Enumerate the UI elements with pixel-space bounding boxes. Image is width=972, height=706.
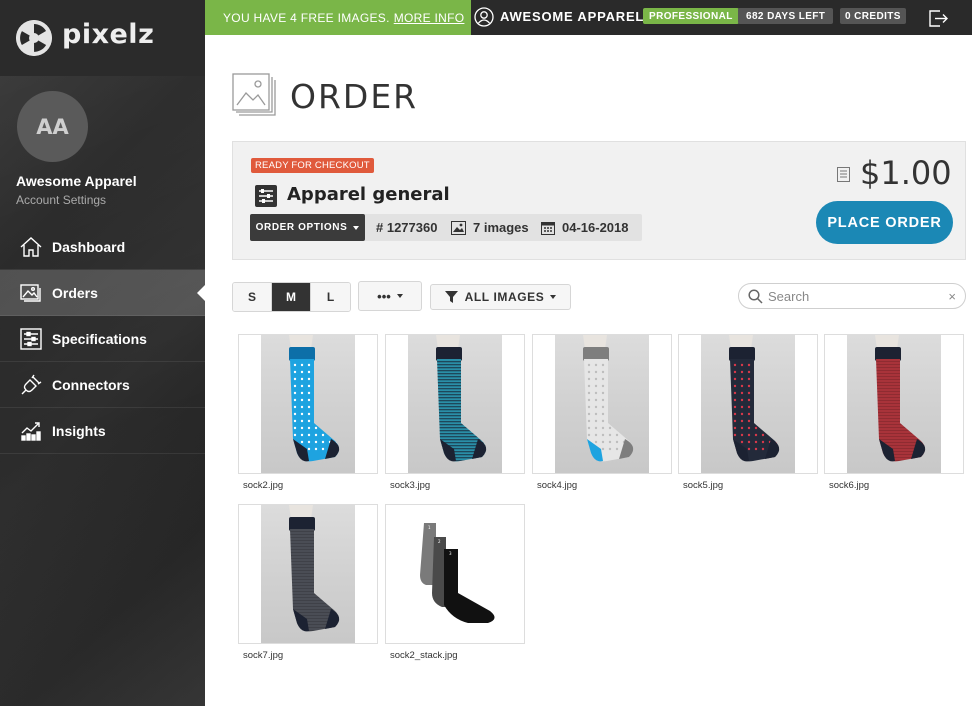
- account-name: Awesome Apparel: [16, 173, 137, 189]
- plug-icon: [19, 373, 43, 397]
- avatar[interactable]: AA: [17, 91, 88, 162]
- sidebar-item-dashboard[interactable]: Dashboard: [0, 224, 205, 270]
- sock-photo: [583, 335, 634, 462]
- image-thumbnail[interactable]: [385, 334, 525, 474]
- page-title: ORDER: [290, 77, 419, 116]
- image-filename: sock5.jpg: [683, 480, 724, 491]
- sliders-icon: [19, 327, 43, 351]
- sidebar-item-label: Insights: [52, 422, 106, 439]
- sidebar-item-label: Dashboard: [52, 238, 126, 255]
- home-icon: [19, 235, 43, 259]
- specification-icon: [255, 185, 277, 207]
- size-large-button[interactable]: L: [311, 283, 350, 311]
- image-thumbnail[interactable]: [532, 334, 672, 474]
- images-icon: [19, 281, 43, 305]
- image-filename: sock4.jpg: [537, 480, 578, 491]
- chart-icon: [19, 419, 43, 443]
- order-number: # 1277360: [376, 220, 438, 235]
- company-name[interactable]: AWESOME APPAREL: [500, 9, 644, 24]
- sidebar-item-label: Specifications: [52, 330, 147, 347]
- order-summary-panel: READY FOR CHECKOUT Apparel general ORDER…: [232, 141, 966, 260]
- search-icon: [748, 289, 763, 304]
- order-date-label: 04-16-2018: [562, 220, 629, 235]
- image-thumbnail[interactable]: [678, 334, 818, 474]
- search-box: ×: [738, 283, 966, 309]
- days-left-badge: 682 DAYS LEFT: [738, 8, 834, 24]
- calendar-icon: [541, 221, 555, 235]
- user-icon[interactable]: [474, 7, 494, 27]
- specification-name[interactable]: Apparel general: [287, 184, 450, 205]
- sock-photo: [289, 505, 340, 632]
- top-bar: YOU HAVE 4 FREE IMAGES. MORE INFO AWESOM…: [205, 0, 972, 35]
- place-order-button[interactable]: PLACE ORDER: [816, 201, 953, 244]
- chevron-down-icon: [396, 294, 403, 298]
- sock-photo: [875, 335, 926, 462]
- order-meta-bar: ORDER OPTIONS # 1277360 7 images 04-16-2…: [250, 214, 642, 241]
- brand-name[interactable]: pixelz: [62, 19, 154, 50]
- clear-search-icon[interactable]: ×: [948, 289, 956, 304]
- logout-icon[interactable]: [927, 7, 949, 29]
- image-thumbnail[interactable]: [238, 504, 378, 644]
- filter-label: ALL IMAGES: [464, 290, 545, 304]
- chevron-down-icon: [550, 295, 557, 299]
- plan-badge: PROFESSIONAL: [643, 8, 739, 24]
- sock-photo: [436, 335, 487, 462]
- account-settings-link[interactable]: Account Settings: [16, 193, 106, 207]
- free-images-banner: YOU HAVE 4 FREE IMAGES. MORE INFO: [205, 0, 471, 35]
- sidebar-item-label: Orders: [52, 284, 98, 301]
- sidebar-item-specifications[interactable]: Specifications: [0, 316, 205, 362]
- image-count: 7 images: [451, 220, 529, 235]
- credits-badge: 0 CREDITS: [840, 8, 906, 24]
- promo-text: YOU HAVE 4 FREE IMAGES.: [223, 10, 390, 25]
- sock-photo: [289, 335, 340, 462]
- order-date: 04-16-2018: [541, 220, 629, 235]
- status-badge: READY FOR CHECKOUT: [251, 158, 374, 173]
- order-options-dropdown[interactable]: ORDER OPTIONS: [250, 214, 365, 241]
- invoice-icon[interactable]: [837, 167, 850, 182]
- image-thumbnail[interactable]: [824, 334, 964, 474]
- more-options-dropdown[interactable]: •••: [358, 281, 422, 311]
- image-filename: sock2.jpg: [243, 480, 284, 491]
- sidebar-item-connectors[interactable]: Connectors: [0, 362, 205, 408]
- sidebar: pixelz AA Awesome Apparel Account Settin…: [0, 0, 205, 706]
- sidebar-item-orders[interactable]: Orders: [0, 270, 205, 316]
- filter-icon: [444, 290, 458, 303]
- order-images-icon: [231, 72, 277, 118]
- thumbnail-size-toggle: S M L: [232, 282, 351, 312]
- image-filename: sock6.jpg: [829, 480, 870, 491]
- image-thumbnail[interactable]: 123: [385, 504, 525, 644]
- sidebar-item-label: Connectors: [52, 376, 130, 393]
- more-info-link[interactable]: MORE INFO: [394, 11, 465, 25]
- size-small-button[interactable]: S: [233, 283, 272, 311]
- image-filename: sock2_stack.jpg: [390, 650, 458, 661]
- sock-photo: 123: [420, 523, 495, 623]
- chevron-down-icon: [353, 225, 360, 230]
- sidebar-item-insights[interactable]: Insights: [0, 408, 205, 454]
- image-filename: sock3.jpg: [390, 480, 431, 491]
- size-medium-button[interactable]: M: [272, 283, 311, 311]
- image-filename: sock7.jpg: [243, 650, 284, 661]
- search-input[interactable]: [768, 287, 948, 305]
- image-thumbnail[interactable]: [238, 334, 378, 474]
- more-icon: •••: [377, 288, 391, 304]
- image-count-label: 7 images: [473, 220, 529, 235]
- logo-bar: pixelz: [0, 0, 205, 76]
- sock-photo: [729, 335, 780, 462]
- image-filter-dropdown[interactable]: ALL IMAGES: [430, 284, 571, 310]
- active-indicator: [197, 284, 205, 302]
- order-price: $1.00: [860, 154, 952, 192]
- image-icon: [451, 220, 466, 235]
- pixelz-logo-icon[interactable]: [16, 20, 52, 56]
- order-options-label: ORDER OPTIONS: [255, 222, 348, 233]
